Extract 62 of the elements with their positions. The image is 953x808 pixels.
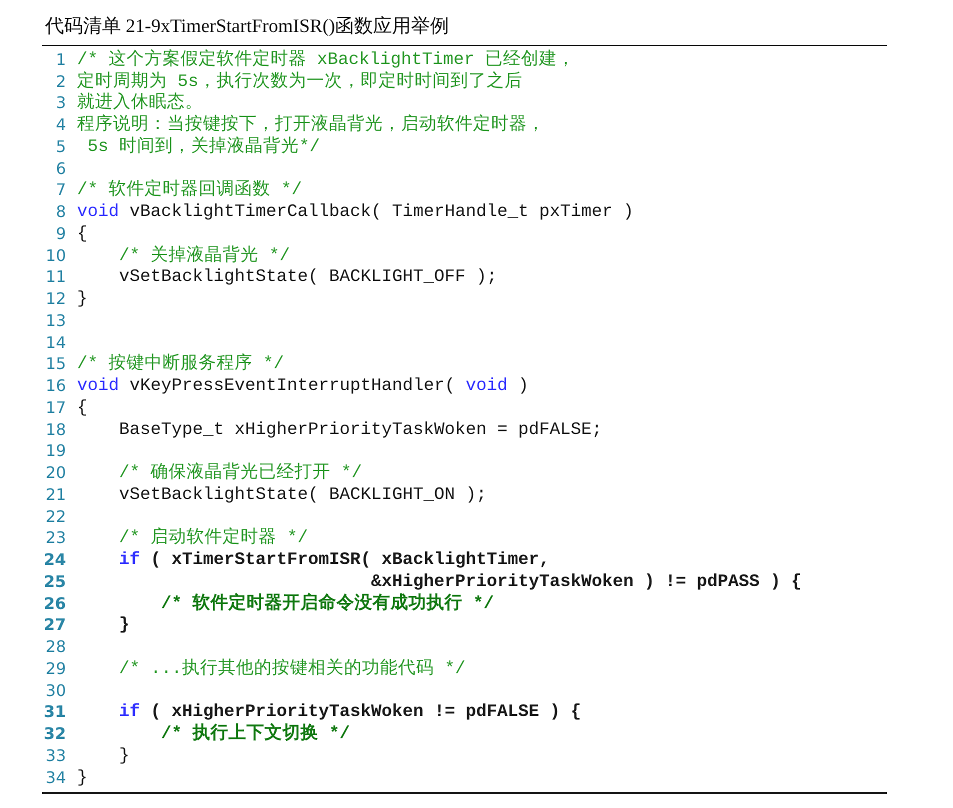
- code-line: if ( xHigherPriorityTaskWoken != pdFALSE ) {: [118, 701, 582, 723]
- line-number: 5: [54, 136, 66, 158]
- code-line: /* ...执行其他的按键相关的功能代码 */: [118, 658, 466, 681]
- code-line: /* 软件定时器回调函数 */: [77, 178, 302, 202]
- code-line: /* 启动软件定时器 */: [118, 526, 308, 550]
- code-line: {: [77, 396, 88, 420]
- line-number: 22: [44, 506, 66, 528]
- code-line: void vBacklightTimerCallback( TimerHandle_t pxTimer ): [77, 201, 634, 224]
- code-line: /* 确保液晶背光已经打开 */: [118, 461, 362, 485]
- code-line: }: [77, 766, 88, 790]
- code-line: }: [77, 288, 88, 311]
- line-number: 28: [44, 636, 66, 658]
- line-number: 31: [42, 701, 66, 724]
- code-line: 5s 时间到，关掉液晶背光*/: [86, 135, 320, 159]
- code-line: if ( xTimerStartFromISR( xBacklightTimer,: [118, 549, 550, 572]
- code-line: vSetBacklightState( BACKLIGHT_ON );: [118, 484, 487, 507]
- line-number: 2: [54, 70, 66, 93]
- line-number: 11: [44, 266, 66, 288]
- line-number: 7: [54, 179, 66, 202]
- code-line: void vKeyPressEventInterruptHandler( void ): [77, 375, 529, 398]
- listing-title: 代码清单 21-9xTimerStartFromISR()函数应用举例: [44, 15, 450, 39]
- line-number: 30: [44, 680, 66, 702]
- line-number: 1: [54, 48, 66, 71]
- line-number: 19: [44, 440, 66, 462]
- line-number: 26: [42, 592, 66, 615]
- code-line: /* 按键中断服务程序 */: [77, 352, 284, 376]
- line-number: 21: [44, 484, 66, 506]
- line-number: 33: [44, 744, 66, 767]
- line-number: 14: [44, 332, 66, 354]
- line-number: 9: [54, 222, 66, 245]
- code-line: }: [118, 614, 130, 638]
- line-number: 18: [44, 418, 66, 441]
- line-number: 25: [42, 570, 66, 593]
- code-line: /* 关掉液晶背光 */: [118, 244, 290, 268]
- code-line: &xHigherPriorityTaskWoken ) != pdPASS ) {: [370, 570, 802, 593]
- line-number: 6: [54, 158, 66, 180]
- line-number: 16: [44, 375, 66, 398]
- code-line: BaseType_t xHigherPriorityTaskWoken = pdFALSE;: [118, 418, 602, 442]
- code-line: }: [118, 744, 130, 768]
- line-number: 12: [44, 288, 66, 310]
- code-line: /* 执行上下文切换 */: [160, 722, 350, 746]
- line-number: 3: [54, 92, 66, 114]
- code-line: /* 这个方案假定软件定时器 xBacklightTimer 已经创建，: [77, 48, 576, 71]
- line-number: 15: [44, 353, 66, 376]
- line-number: 27: [42, 614, 66, 636]
- line-number: 24: [42, 549, 66, 572]
- line-number: 34: [44, 766, 66, 789]
- code-line: {: [77, 222, 88, 246]
- line-number: 29: [44, 658, 66, 680]
- code-line: /* 软件定时器开启命令没有成功执行 */: [160, 592, 494, 616]
- line-number: 4: [54, 114, 66, 136]
- code-line: 就进入休眠态。: [77, 92, 203, 114]
- line-number: 23: [44, 527, 66, 550]
- code-line: 程序说明：当按键按下，打开液晶背光，启动软件定时器，: [77, 113, 545, 136]
- line-number: 20: [44, 462, 66, 484]
- line-number: 8: [54, 201, 66, 224]
- code-line: 定时周期为 5s，执行次数为一次，即定时时间到了之后: [77, 70, 523, 92]
- line-number: 13: [44, 310, 66, 332]
- code-line: vSetBacklightState( BACKLIGHT_OFF );: [118, 266, 498, 290]
- line-number: 10: [44, 244, 66, 267]
- line-number: 32: [42, 723, 66, 746]
- line-number: 17: [44, 396, 66, 419]
